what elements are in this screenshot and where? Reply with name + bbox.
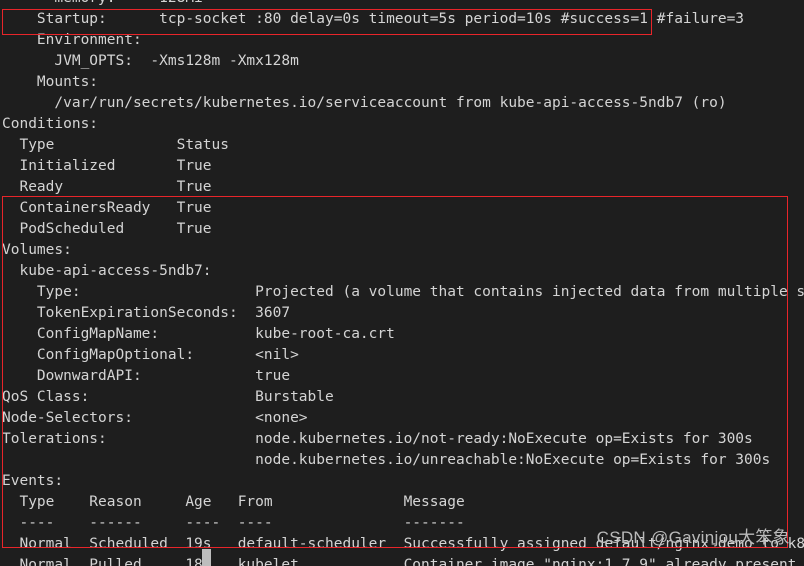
csdn-watermark: CSDN @Gavinjou大笨象	[596, 528, 790, 547]
terminal-line: TokenExpirationSeconds: 3607	[2, 305, 291, 321]
terminal-line: node.kubernetes.io/unreachable:NoExecute…	[2, 452, 771, 468]
terminal-line: Initialized True	[2, 158, 212, 174]
terminal-line: memory: 128Mi	[0, 0, 804, 9]
terminal-line: ConfigMapName: kube-root-ca.crt	[2, 326, 395, 342]
terminal-line: Events:	[2, 473, 64, 489]
terminal-line: Node-Selectors: <none>	[2, 410, 308, 426]
terminal-line: Environment:	[2, 32, 142, 48]
terminal-line: QoS Class: Burstable	[2, 389, 334, 405]
terminal-window[interactable]: memory: 128Mi Startup: tcp-socket :80 de…	[0, 0, 804, 566]
terminal-line: Type Reason Age From Message	[2, 494, 465, 510]
terminal-line: JVM_OPTS: -Xms128m -Xmx128m	[2, 53, 299, 69]
terminal-line: /var/run/secrets/kubernetes.io/serviceac…	[2, 95, 727, 111]
terminal-line: Startup: tcp-socket :80 delay=0s timeout…	[2, 11, 745, 27]
terminal-line: ContainersReady True	[2, 200, 212, 216]
terminal-line: Conditions:	[2, 116, 99, 132]
terminal-output: memory: 128Mi Startup: tcp-socket :80 de…	[0, 0, 804, 566]
terminal-line: PodScheduled True	[2, 221, 212, 237]
terminal-line: Mounts:	[2, 74, 99, 90]
terminal-line: DownwardAPI: true	[2, 368, 291, 384]
terminal-line: Tolerations: node.kubernetes.io/not-read…	[2, 431, 753, 447]
terminal-line: Ready True	[2, 179, 212, 195]
terminal-line: Normal Pulled 18s kubelet Container imag…	[2, 557, 804, 566]
terminal-line: Volumes:	[2, 242, 72, 258]
block-cursor	[202, 549, 211, 566]
terminal-line: Type: Projected (a volume that contains …	[2, 284, 804, 300]
terminal-line: ConfigMapOptional: <nil>	[2, 347, 299, 363]
terminal-line: kube-api-access-5ndb7:	[2, 263, 212, 279]
terminal-line: Type Status	[2, 137, 229, 153]
